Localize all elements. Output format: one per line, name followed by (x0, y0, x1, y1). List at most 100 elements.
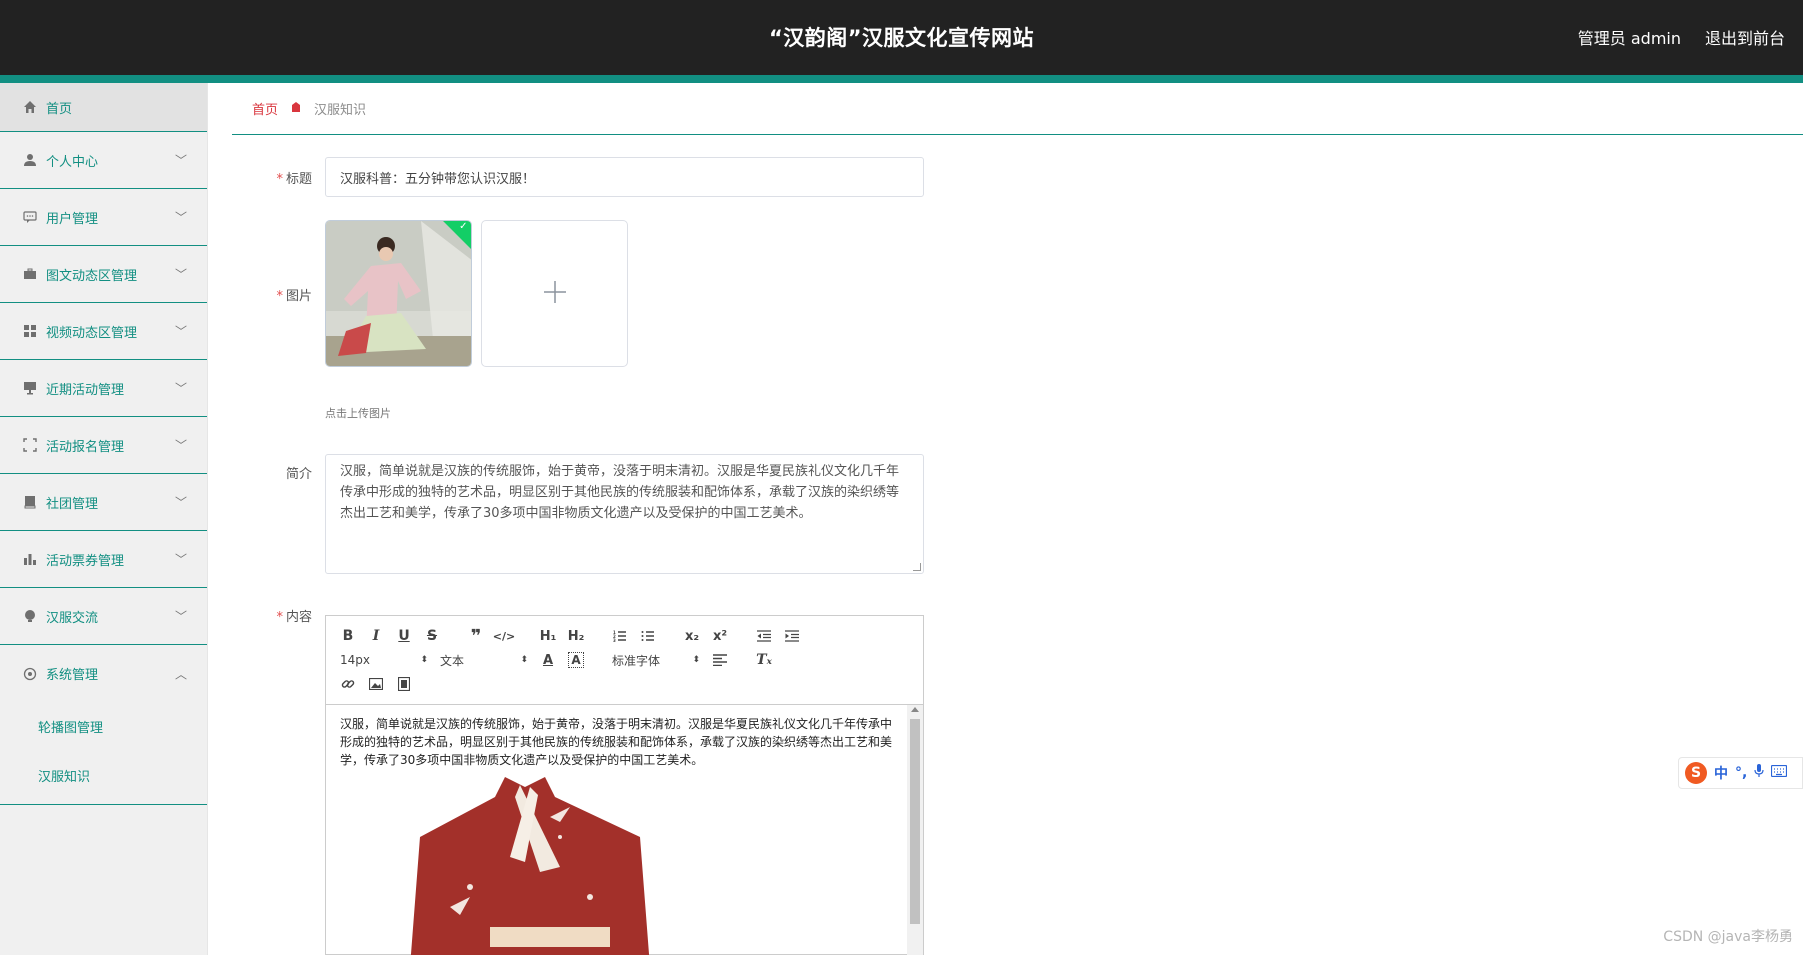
sidebar-item-ticket-management[interactable]: 活动票券管理 ﹀ (0, 531, 207, 588)
chevron-down-icon: ﹀ (174, 210, 187, 225)
chevron-down-icon: ﹀ (174, 267, 187, 282)
sidebar-item-label: 近期活动管理 (46, 382, 125, 398)
chevron-down-icon: ﹀ (174, 552, 187, 567)
sidebar-item-system-management[interactable]: 系统管理 ︿ (0, 645, 207, 702)
blockquote-icon[interactable]: ❞ (462, 624, 490, 648)
briefcase-icon (22, 266, 38, 282)
bulb-icon (22, 608, 38, 624)
font-family-value: 标准字体 (612, 653, 661, 668)
plus-icon (542, 274, 568, 314)
upload-hint: 点击上传图片 (325, 407, 391, 420)
sidebar-subitem-hanfu-knowledge[interactable]: 汉服知识 (0, 751, 207, 800)
font-size-select[interactable]: 14px ⬍ (334, 648, 434, 672)
check-icon: ✓ (459, 220, 468, 232)
sidebar-item-label: 活动报名管理 (46, 439, 125, 455)
chevron-down-icon: ﹀ (174, 153, 187, 168)
video-icon[interactable] (390, 672, 418, 696)
user-icon (22, 152, 38, 168)
subscript-icon[interactable]: x₂ (678, 624, 706, 648)
ime-mode[interactable]: 中 (1714, 763, 1728, 783)
sidebar-item-club-management[interactable]: 社团管理 ﹀ (0, 474, 207, 531)
image-label: * 图片 (276, 289, 312, 304)
select-arrows-icon: ⬍ (520, 655, 528, 665)
sidebar-item-hanfu-exchange[interactable]: 汉服交流 ﹀ (0, 588, 207, 645)
breadcrumb-home[interactable]: 首页 (252, 99, 278, 118)
outdent-icon[interactable] (750, 624, 778, 648)
font-color-icon[interactable]: A (534, 648, 562, 672)
sidebar-item-label: 个人中心 (46, 154, 99, 170)
breadcrumb-separator-icon (290, 101, 302, 116)
ime-toolbar[interactable]: S 中 °, (1678, 757, 1803, 789)
microphone-icon[interactable] (1754, 764, 1764, 782)
sidebar-item-label: 图文动态区管理 (46, 268, 138, 284)
ordered-list-icon[interactable]: 123 (606, 624, 634, 648)
link-icon[interactable] (334, 672, 362, 696)
header-accent-bar (0, 75, 1803, 83)
breadcrumb: 首页 汉服知识 (232, 83, 1803, 135)
grid-icon (22, 323, 38, 339)
system-submenu: 轮播图管理 汉服知识 (0, 702, 207, 805)
image-icon[interactable] (362, 672, 390, 696)
sidebar-item-post-management[interactable]: 图文动态区管理 ﹀ (0, 246, 207, 303)
book-icon (22, 494, 38, 510)
admin-label: 管理员 admin (1577, 29, 1681, 48)
sidebar-item-activity-management[interactable]: 近期活动管理 ﹀ (0, 360, 207, 417)
sidebar-item-label: 视频动态区管理 (46, 325, 138, 341)
block-type-value: 文本 (440, 653, 465, 668)
background-color-icon[interactable]: A (568, 652, 584, 668)
sidebar-item-video-management[interactable]: 视频动态区管理 ﹀ (0, 303, 207, 360)
indent-icon[interactable] (778, 624, 806, 648)
font-size-value: 14px (340, 653, 370, 667)
editor-content[interactable]: 汉服，简单说就是汉族的传统服饰，始于黄帝，没落于明末清初。汉服是华夏民族礼仪文化… (326, 705, 923, 955)
bullet-list-icon[interactable] (634, 624, 662, 648)
resize-handle-icon[interactable] (913, 563, 921, 571)
hanfu-photo-image (326, 221, 471, 366)
sidebar-item-registration-management[interactable]: 活动报名管理 ﹀ (0, 417, 207, 474)
underline-icon[interactable]: U (390, 624, 418, 648)
sidebar-item-personal-center[interactable]: 个人中心 ﹀ (0, 132, 207, 189)
code-icon[interactable]: </> (490, 624, 518, 648)
svg-text:3: 3 (613, 638, 616, 642)
keyboard-icon[interactable] (1771, 764, 1788, 781)
image-upload-button[interactable] (481, 220, 628, 367)
intro-textarea[interactable]: 汉服，简单说就是汉族的传统服饰，始于黄帝，没落于明末清初。汉服是华夏民族礼仪文化… (325, 454, 924, 574)
breadcrumb-current: 汉服知识 (314, 103, 367, 118)
ime-punctuation[interactable]: °, (1735, 765, 1747, 781)
gear-icon (22, 666, 38, 682)
strikethrough-icon[interactable]: S (418, 624, 446, 648)
block-type-select[interactable]: 文本 ⬍ (434, 648, 534, 672)
bold-icon[interactable]: B (334, 624, 362, 648)
bar-chart-icon (22, 551, 38, 567)
title-input[interactable]: 汉服科普：五分钟带您认识汉服！ (325, 157, 924, 197)
top-header: “汉韵阁”汉服文化宣传网站 管理员 admin 退出到前台 (0, 0, 1803, 75)
scroll-up-icon[interactable] (911, 707, 919, 712)
exit-to-frontend-link[interactable]: 退出到前台 (1705, 25, 1785, 49)
sidebar-item-label: 汉服交流 (46, 610, 99, 626)
hanfu-robe-image (410, 777, 650, 955)
chevron-up-icon: ︿ (174, 667, 187, 681)
chevron-down-icon: ﹀ (174, 495, 187, 510)
rich-text-editor: B I U S ❞ </> H₁ H₂ 123 x₂ x² 14px ⬍ 文本 … (325, 615, 924, 955)
required-marker: * (276, 172, 283, 187)
font-family-select[interactable]: 标准字体 ⬍ (606, 648, 706, 672)
sidebar: 首页 个人中心 ﹀ 用户管理 ﹀ 图文动态区管理 ﹀ 视频动态区管理 ﹀ 近期活… (0, 83, 208, 955)
chevron-down-icon: ﹀ (174, 438, 187, 453)
uploaded-image-thumbnail[interactable]: ✓ (325, 220, 472, 367)
clear-format-icon[interactable]: Tₓ (750, 648, 778, 672)
intro-text: 汉服，简单说就是汉族的传统服饰，始于黄帝，没落于明末清初。汉服是华夏民族礼仪文化… (340, 464, 900, 521)
heading2-icon[interactable]: H₂ (562, 624, 590, 648)
required-marker: * (276, 610, 283, 625)
heading1-icon[interactable]: H₁ (534, 624, 562, 648)
italic-icon[interactable]: I (362, 624, 390, 648)
editor-scrollbar[interactable] (907, 705, 923, 955)
chevron-down-icon: ﹀ (174, 324, 187, 339)
align-icon[interactable] (706, 648, 734, 672)
editor-toolbar: B I U S ❞ </> H₁ H₂ 123 x₂ x² 14px ⬍ 文本 … (326, 616, 923, 705)
sidebar-item-label: 活动票券管理 (46, 553, 125, 569)
superscript-icon[interactable]: x² (706, 624, 734, 648)
scrollbar-thumb[interactable] (910, 719, 920, 924)
sidebar-item-home[interactable]: 首页 (0, 83, 207, 132)
sidebar-subitem-carousel[interactable]: 轮播图管理 (0, 702, 207, 751)
intro-label: 简介 (285, 467, 312, 482)
sidebar-item-user-management[interactable]: 用户管理 ﹀ (0, 189, 207, 246)
